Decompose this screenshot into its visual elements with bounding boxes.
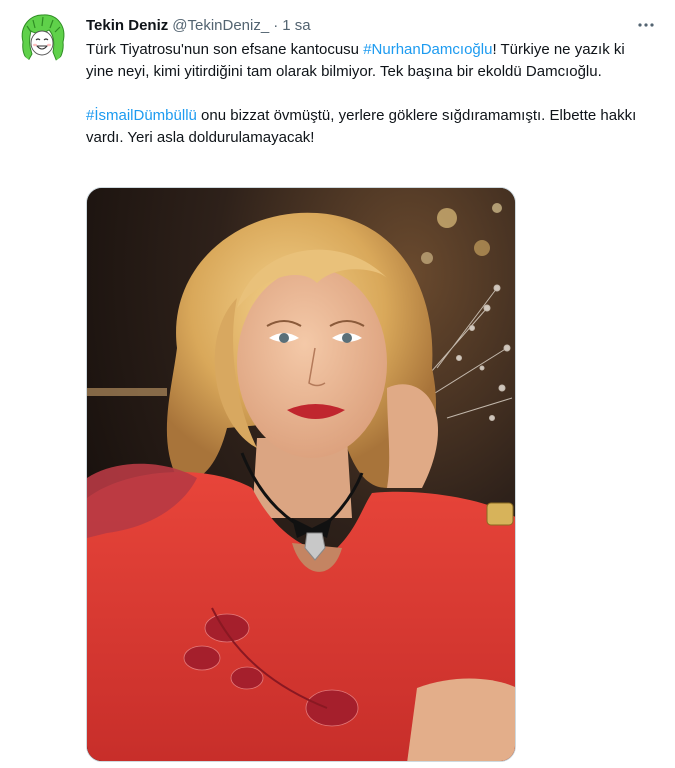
more-button[interactable] [633, 12, 659, 38]
tweet-time[interactable]: 1 sa [282, 17, 310, 34]
tweet: Tekin Deniz @TekinDeniz_ · 1 sa Türk Tiy… [0, 0, 675, 768]
hashtag-nurhan-damcioglu[interactable]: #NurhanDamcıoğlu [363, 41, 492, 58]
tweet-paragraph-2: #İsmailDümbüllü onu bizzat övmüştü, yerl… [86, 105, 651, 149]
tweet-text: Türk Tiyatrosu'nun son efsane kantocusu … [86, 39, 651, 149]
tweet-header: Tekin Deniz @TekinDeniz_ · 1 sa [86, 14, 311, 36]
avatar[interactable] [17, 12, 69, 64]
header-separator: · [273, 16, 279, 34]
portrait-photo-illustration [87, 188, 515, 761]
hashtag-ismail-dumbullu[interactable]: #İsmailDümbüllü [86, 107, 197, 124]
tweet-photo[interactable] [86, 187, 516, 762]
green-hair-avatar-icon [17, 12, 69, 64]
tweet-paragraph-1: Türk Tiyatrosu'nun son efsane kantocusu … [86, 39, 651, 83]
author-name[interactable]: Tekin Deniz [86, 17, 168, 34]
more-dots-icon [638, 23, 654, 27]
author-handle[interactable]: @TekinDeniz_ [172, 17, 269, 34]
paragraph-1-lead: Türk Tiyatrosu'nun son efsane kantocusu [86, 41, 364, 58]
